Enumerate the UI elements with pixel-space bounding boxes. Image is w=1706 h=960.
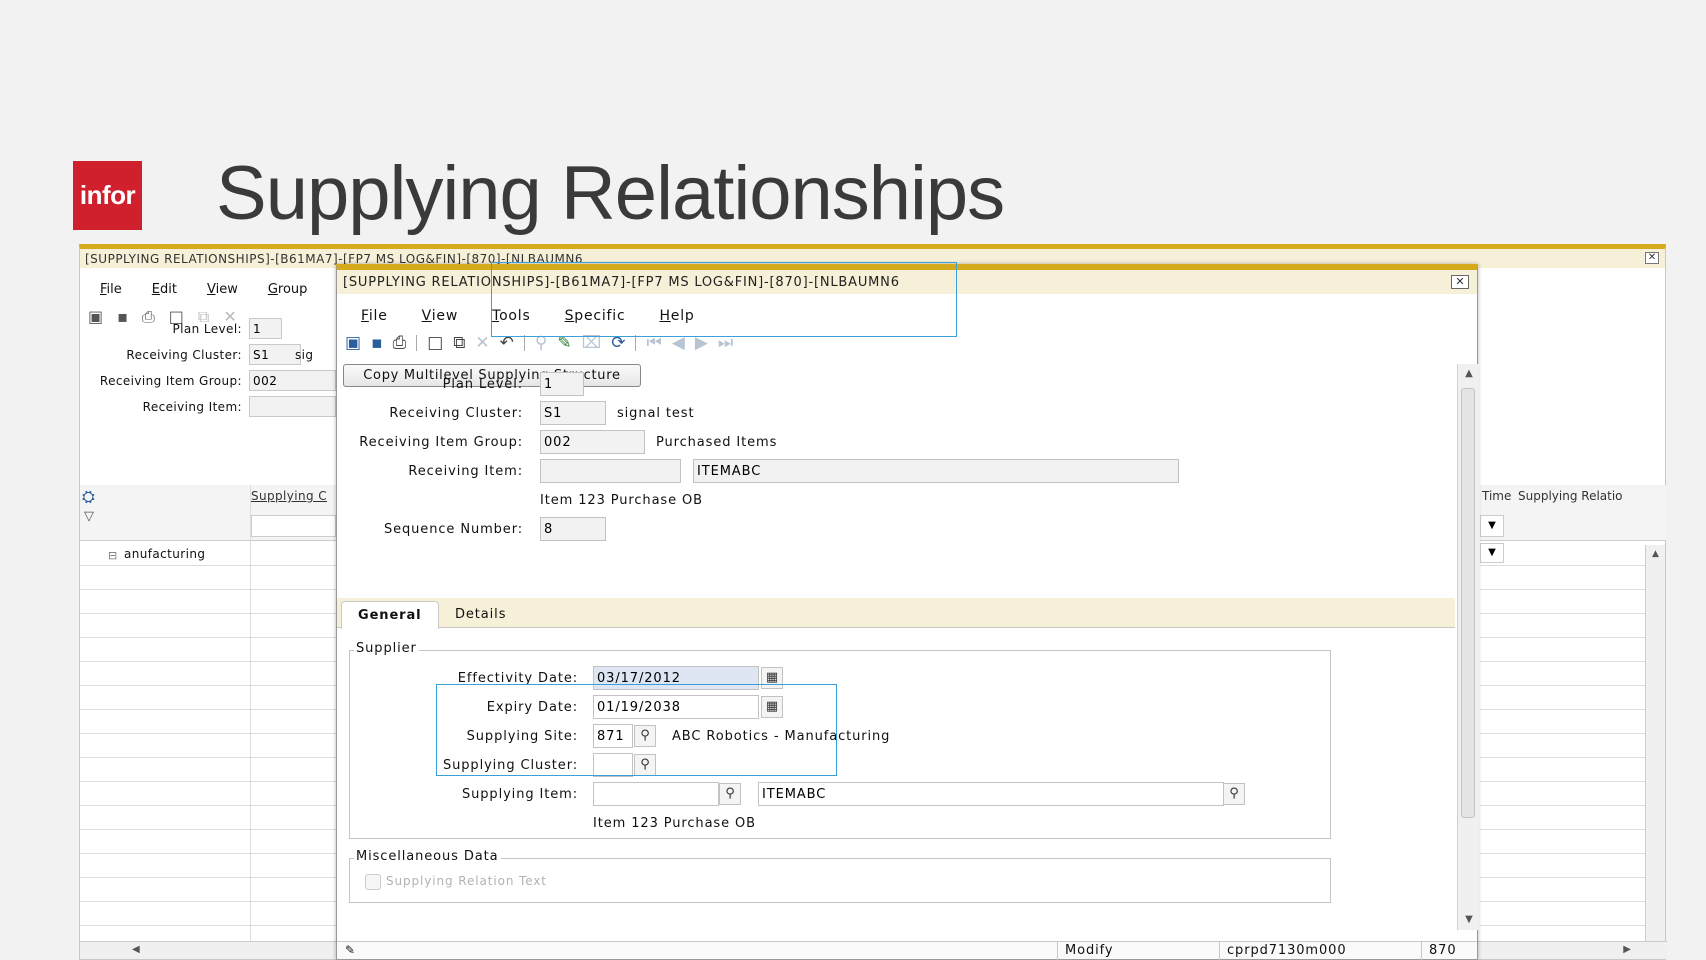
duplicate-icon[interactable]: ⧉ xyxy=(453,333,465,353)
receiving-cluster-field[interactable]: S1 xyxy=(540,401,606,425)
supplying-item-field[interactable]: ITEMABC xyxy=(758,782,1224,806)
status-company: 870 xyxy=(1429,943,1457,958)
status-bar: ✎ Modify cprpd7130m000 870 xyxy=(337,941,1477,960)
bg-receiving-item-field[interactable] xyxy=(249,396,336,417)
bg-plan-level-label: Plan Level: xyxy=(172,322,242,336)
receiving-item-label: Receiving Item: xyxy=(408,464,523,479)
dialog-close-icon[interactable]: ✕ xyxy=(1451,275,1469,289)
bg-receiving-cluster-desc: sig xyxy=(295,348,314,362)
delete-icon[interactable]: ✕ xyxy=(475,333,489,353)
status-edit-icon: ✎ xyxy=(345,943,356,957)
tab-general[interactable]: General xyxy=(341,601,439,629)
bg-col-time[interactable]: Time xyxy=(1482,489,1511,503)
bg-row-text: anufacturing xyxy=(124,547,206,561)
highlight-supplier-fields-box xyxy=(436,684,837,776)
menu-file[interactable]: File xyxy=(361,308,388,324)
bg-col-supplying-relation[interactable]: Supplying Relatio xyxy=(1518,489,1623,503)
receiving-item-group-label: Receiving Item Group: xyxy=(359,435,523,450)
receiving-item-group-desc: Purchased Items xyxy=(656,435,778,450)
supplying-relation-text-label: Supplying Relation Text xyxy=(386,874,547,888)
row-expand-icon[interactable]: ⊟ xyxy=(108,549,117,562)
receiving-item-project-field[interactable] xyxy=(540,459,681,483)
scroll-thumb[interactable] xyxy=(1461,388,1475,818)
new-record-icon[interactable]: □ xyxy=(427,333,443,353)
slide-title: Supplying Relationships xyxy=(216,151,1005,236)
receiving-item-desc: Item 123 Purchase OB xyxy=(540,493,703,508)
menu-view[interactable]: View xyxy=(422,308,458,324)
receiving-cluster-desc: signal test xyxy=(617,406,695,421)
scroll-up-icon[interactable]: ▲ xyxy=(1458,364,1480,384)
bg-col-dropdown[interactable]: ▼ xyxy=(1480,515,1504,537)
highlight-menu-box xyxy=(491,262,957,337)
bg-menu-view[interactable]: View xyxy=(207,282,238,297)
supplier-group-legend: Supplier xyxy=(354,641,419,656)
bg-menu-file[interactable]: File xyxy=(100,282,122,297)
bg-grid-right: Time Supplying Relatio ▼ ▼ xyxy=(1480,485,1666,945)
bg-col-filter-input[interactable] xyxy=(251,515,336,537)
supplying-item-project-field[interactable] xyxy=(593,782,719,806)
receiving-item-group-field[interactable]: 002 xyxy=(540,430,645,454)
receiving-item-field[interactable]: ITEMABC xyxy=(693,459,1179,483)
scroll-down-icon[interactable]: ▼ xyxy=(1458,910,1480,930)
infor-logo: infor xyxy=(73,161,142,230)
save-icon[interactable]: ▪ xyxy=(371,333,383,353)
new-window-icon[interactable]: ▣ xyxy=(345,333,361,353)
bg-receiving-item-group-label: Receiving Item Group: xyxy=(99,374,242,388)
slide: infor Supplying Relationships [SUPPLYING… xyxy=(0,0,1706,960)
plan-level-label: Plan Level: xyxy=(442,377,523,392)
bg-receiving-cluster-field[interactable]: S1 xyxy=(249,344,301,365)
status-session: cprpd7130m000 xyxy=(1227,943,1347,958)
bg-row-dropdown[interactable]: ▼ xyxy=(1480,543,1504,563)
bg-col-supplying[interactable]: Supplying C xyxy=(251,489,327,503)
supplying-item-project-search-icon[interactable]: ⚲ xyxy=(719,783,741,805)
supplying-item-label: Supplying Item: xyxy=(461,787,578,802)
misc-data-legend: Miscellaneous Data xyxy=(354,849,501,864)
grid-settings-icon[interactable]: ⛭ xyxy=(82,487,95,507)
print-icon[interactable]: ⎙ xyxy=(393,333,407,353)
bg-plan-level-field[interactable]: 1 xyxy=(249,318,282,339)
bg-menu-group[interactable]: Group xyxy=(268,282,308,297)
sequence-number-field[interactable]: 8 xyxy=(540,517,606,541)
bg-menu-edit[interactable]: Edit xyxy=(152,282,177,297)
bg-receiving-item-label: Receiving Item: xyxy=(142,400,242,414)
grid-filter-icon[interactable]: ▽ xyxy=(84,509,94,524)
receiving-cluster-label: Receiving Cluster: xyxy=(389,406,523,421)
status-mode: Modify xyxy=(1065,943,1114,958)
supplying-relation-text-checkbox[interactable] xyxy=(365,874,381,890)
dialog-vertical-scrollbar[interactable]: ▲ ▼ xyxy=(1457,364,1479,930)
bg-grid-left: ⛭ ▽ ⛭ ▽ Supplying C ⊟ anufacturing xyxy=(80,485,336,945)
bg-receiving-cluster-label: Receiving Cluster: xyxy=(126,348,242,362)
bg-vertical-scrollbar[interactable]: ▲ xyxy=(1645,545,1665,945)
supplying-item-desc: Item 123 Purchase OB xyxy=(593,816,756,831)
supplying-item-search-icon[interactable]: ⚲ xyxy=(1223,783,1245,805)
bg-menu-bar: File Edit View Group xyxy=(100,282,307,297)
plan-level-field[interactable]: 1 xyxy=(540,372,584,396)
tab-details[interactable]: Details xyxy=(439,601,522,629)
bg-close-icon[interactable]: ✕ xyxy=(1645,252,1659,264)
supplying-relationships-dialog: [SUPPLYING RELATIONSHIPS]-[B61MA7]-[FP7 … xyxy=(336,264,1479,960)
sequence-number-label: Sequence Number: xyxy=(383,522,523,537)
bg-receiving-item-group-field[interactable]: 002 xyxy=(249,370,336,391)
